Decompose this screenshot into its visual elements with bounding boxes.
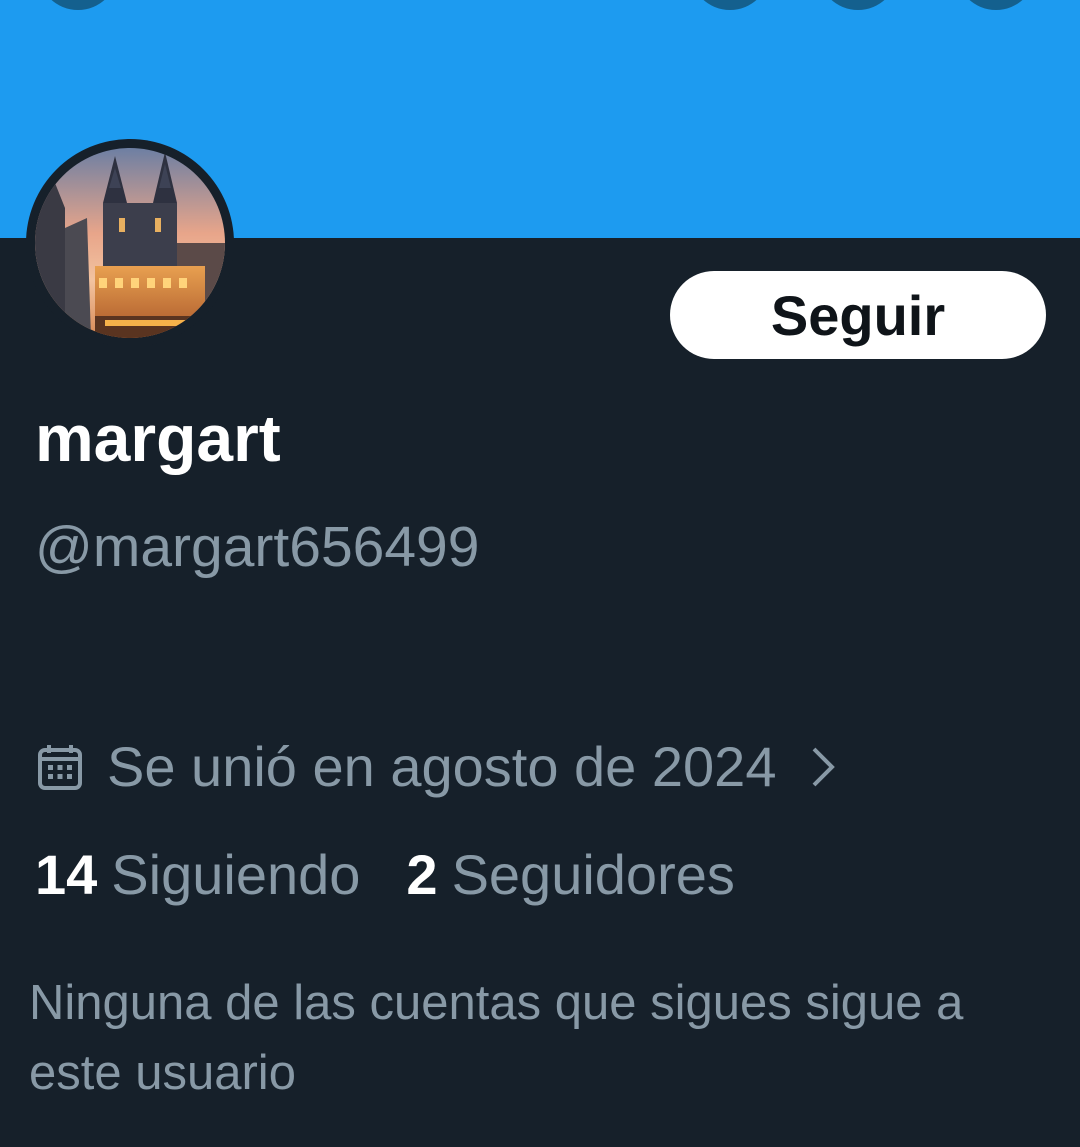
header-action-icon[interactable] xyxy=(818,0,898,10)
mutual-followers-note: Ninguna de las cuentas que sigues sigue … xyxy=(29,976,964,1100)
following-stat[interactable]: 14 Siguiendo xyxy=(35,838,360,912)
header-action-icon[interactable] xyxy=(690,0,770,10)
following-label: Siguiendo xyxy=(111,843,361,906)
follow-stats: 14 Siguiendo 2 Seguidores xyxy=(35,838,735,912)
chevron-right-icon xyxy=(813,747,836,787)
join-date-row[interactable]: Se unió en agosto de 2024 xyxy=(35,732,838,802)
following-count: 14 xyxy=(35,843,98,906)
calendar-icon xyxy=(38,745,82,790)
follow-button[interactable]: Seguir xyxy=(670,271,1046,359)
join-date-text: Se unió en agosto de 2024 xyxy=(107,735,777,798)
header-action-icon[interactable] xyxy=(956,0,1036,10)
back-icon[interactable] xyxy=(38,0,118,10)
username-handle: @margart656499 xyxy=(35,515,480,579)
followers-count: 2 xyxy=(406,843,438,906)
followers-label: Seguidores xyxy=(451,843,735,906)
display-name: margart xyxy=(35,401,281,475)
avatar[interactable] xyxy=(35,148,225,338)
followers-stat[interactable]: 2 Seguidores xyxy=(406,838,734,912)
